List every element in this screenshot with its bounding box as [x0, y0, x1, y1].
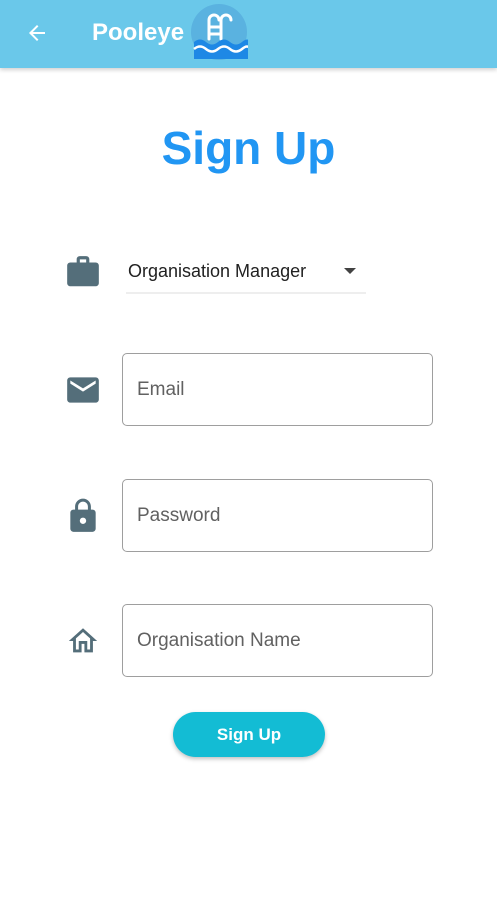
pool-ladder-icon — [191, 4, 248, 60]
page-title: Sign Up — [161, 122, 336, 174]
caret-down-icon — [344, 268, 356, 274]
back-button[interactable] — [20, 16, 54, 50]
organisation-name-input[interactable] — [123, 605, 432, 676]
app-bar: Pooleye — [0, 0, 497, 68]
role-dropdown[interactable]: Organisation Manager — [126, 252, 366, 294]
password-input[interactable] — [123, 480, 432, 551]
arrow-left-icon — [29, 25, 45, 41]
briefcase-icon — [67, 256, 99, 287]
sign-up-button[interactable]: Sign Up — [173, 712, 325, 757]
role-dropdown-value: Organisation Manager — [128, 261, 307, 281]
email-input[interactable] — [123, 354, 432, 425]
envelope-icon — [67, 377, 99, 403]
email-field[interactable] — [122, 353, 433, 426]
app-title: Pooleye — [92, 19, 185, 46]
lock-icon — [70, 498, 96, 532]
password-field[interactable] — [122, 479, 433, 552]
organisation-name-field[interactable] — [122, 604, 433, 677]
home-icon — [68, 628, 98, 653]
